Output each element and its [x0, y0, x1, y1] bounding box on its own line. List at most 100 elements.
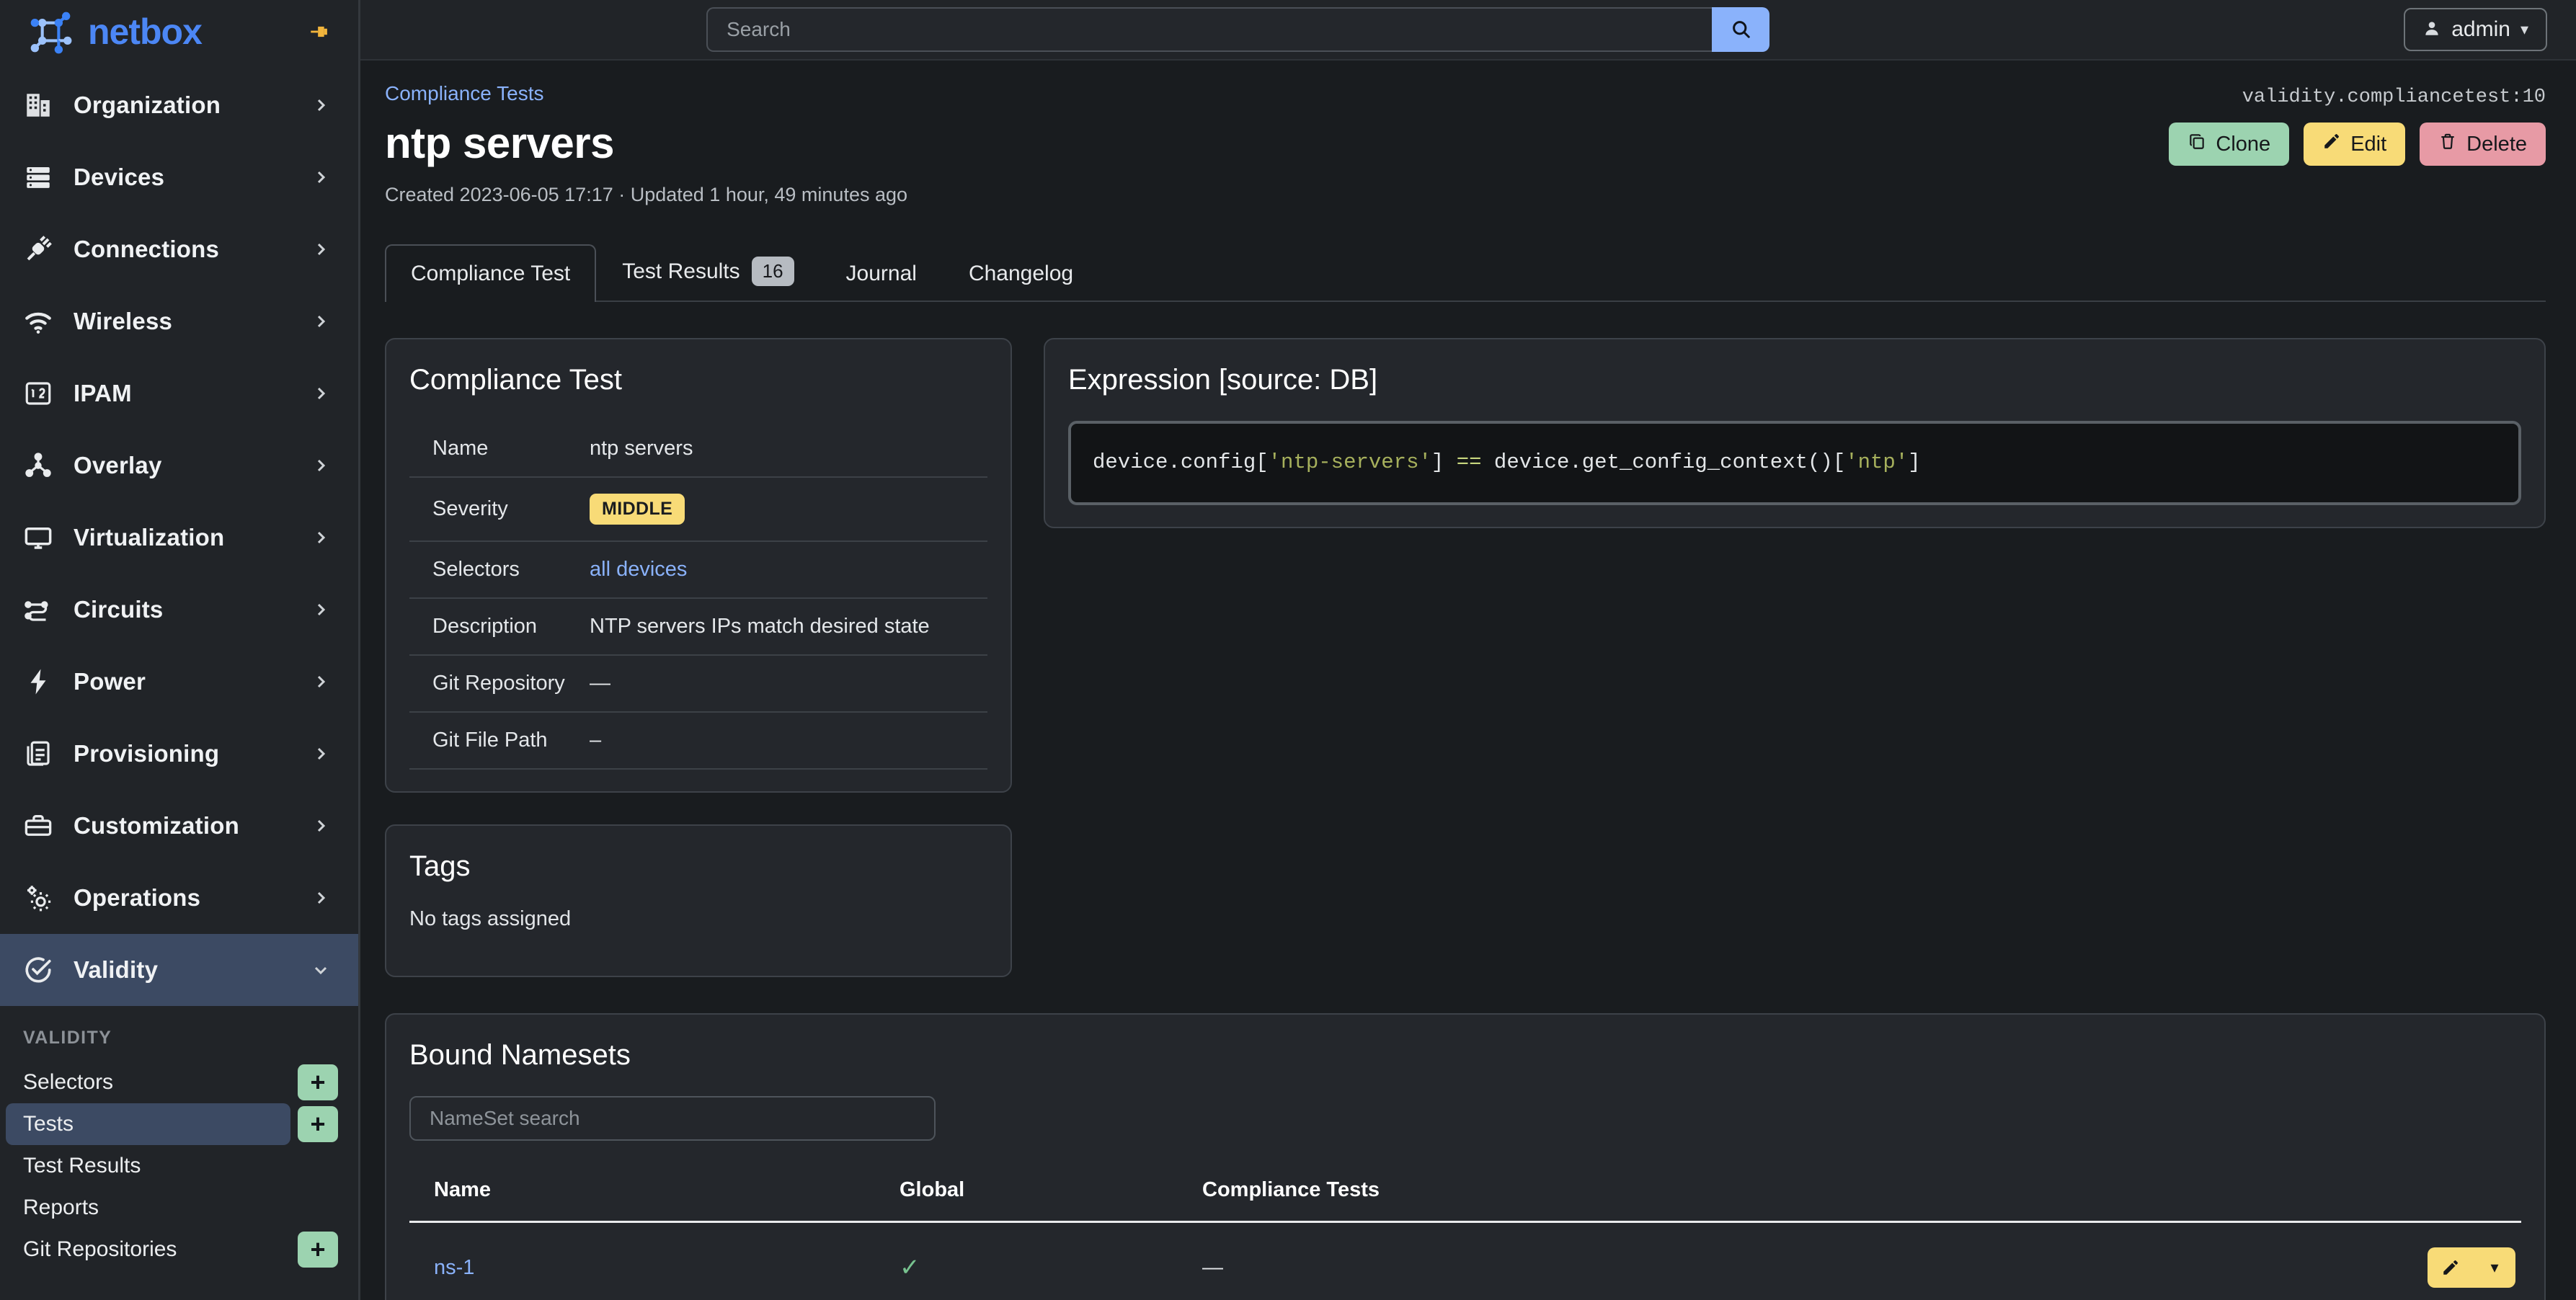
edit-label: Edit: [2350, 132, 2387, 156]
column-header-actions: [2377, 1178, 2521, 1223]
nameset-link[interactable]: ns-1: [434, 1256, 474, 1279]
card-title: Bound Namesets: [409, 1039, 631, 1071]
sidebar-item-connections[interactable]: Connections: [0, 213, 358, 285]
sidebar-item-selectors[interactable]: Selectors: [6, 1061, 290, 1103]
row-value-git-repository: —: [590, 672, 610, 695]
add-test-button[interactable]: +: [298, 1106, 338, 1142]
sidebar: netbox Organization Devices Connections …: [0, 0, 360, 1300]
edit-button[interactable]: Edit: [2304, 123, 2406, 166]
sidebar-item-organization[interactable]: Organization: [0, 69, 358, 141]
documents-icon: [23, 739, 53, 769]
sidebar-item-label: Connections: [74, 236, 220, 262]
sidebar-item-test-results[interactable]: Test Results: [6, 1145, 290, 1187]
sidebar-item-virtualization[interactable]: Virtualization: [0, 502, 358, 574]
chevron-right-icon: [312, 745, 329, 762]
clone-button[interactable]: Clone: [2169, 123, 2290, 166]
sidebar-item-label: Power: [74, 668, 146, 695]
tab-label: Compliance Test: [411, 262, 571, 285]
sidebar-item-wireless[interactable]: Wireless: [0, 285, 358, 357]
page-header-right: validity.compliancetest:10 Clone Edit De…: [2169, 82, 2546, 166]
clone-label: Clone: [2216, 132, 2271, 156]
expression-code-block[interactable]: device.config['ntp-servers'] == device.g…: [1068, 421, 2521, 505]
tab-changelog[interactable]: Changelog: [943, 244, 1099, 302]
add-git-repository-button[interactable]: +: [298, 1232, 338, 1268]
sidebar-item-label: Git Repositories: [23, 1237, 177, 1261]
table-row: Git File Path –: [409, 712, 987, 769]
sidebar-item-devices[interactable]: Devices: [0, 141, 358, 213]
nameset-search-input[interactable]: [409, 1096, 936, 1141]
delete-button[interactable]: Delete: [2420, 123, 2546, 166]
column-header-global[interactable]: Global: [900, 1178, 1202, 1223]
sidebar-item-label: Validity: [74, 956, 159, 983]
sidebar-item-tests[interactable]: Tests: [6, 1103, 290, 1145]
row-value-description: NTP servers IPs match desired state: [590, 615, 930, 638]
brand-header[interactable]: netbox: [0, 0, 358, 63]
chevron-down-icon[interactable]: ▾: [2474, 1247, 2515, 1288]
sidebar-item-label: Reports: [23, 1196, 99, 1219]
tab-compliance-test[interactable]: Compliance Test: [385, 244, 597, 302]
pin-icon[interactable]: [308, 19, 332, 44]
network-tree-icon: [23, 450, 53, 481]
sidebar-item-reports[interactable]: Reports: [6, 1187, 290, 1229]
column-header-compliance-tests[interactable]: Compliance Tests: [1202, 1178, 2377, 1223]
row-value-name: ntp servers: [590, 437, 693, 460]
column-header-name[interactable]: Name: [409, 1178, 900, 1223]
plug-connection-icon: [23, 234, 53, 264]
sidebar-item-ipam[interactable]: IPAM: [0, 357, 358, 429]
tab-bar: Compliance Test Test Results 16 Journal …: [385, 239, 2546, 302]
cell-compliance-tests: —: [1202, 1221, 2377, 1300]
row-edit-split-button[interactable]: ▾: [2428, 1247, 2515, 1288]
content-grid: Compliance Test Name ntp servers Severit…: [385, 338, 2546, 977]
ip-numbers-icon: [23, 378, 53, 409]
selector-link[interactable]: all devices: [590, 558, 687, 581]
chevron-right-icon: [312, 385, 329, 402]
chevron-right-icon: [312, 673, 329, 690]
search-submit-button[interactable]: [1712, 7, 1770, 52]
chevron-right-icon: [312, 457, 329, 474]
compliance-test-card: Compliance Test Name ntp servers Severit…: [385, 338, 1012, 793]
add-selector-button[interactable]: +: [298, 1064, 338, 1100]
code-token-string: 'ntp': [1845, 450, 1909, 474]
netbox-node-graph-icon: [26, 8, 74, 55]
row-label: Name: [432, 437, 489, 460]
sidebar-item-git-repositories[interactable]: Git Repositories: [6, 1229, 290, 1270]
sidebar-item-overlay[interactable]: Overlay: [0, 429, 358, 502]
chevron-right-icon: [312, 313, 329, 330]
tags-card: Tags No tags assigned: [385, 824, 1012, 977]
tags-empty-message: No tags assigned: [409, 907, 572, 930]
toolbox-icon: [23, 811, 53, 841]
check-icon: ✓: [900, 1254, 920, 1281]
sidebar-item-customization[interactable]: Customization: [0, 790, 358, 862]
tab-test-results[interactable]: Test Results 16: [596, 239, 820, 302]
pencil-icon[interactable]: [2428, 1247, 2474, 1288]
cell-name: ns-1: [409, 1221, 900, 1300]
user-menu[interactable]: admin ▾: [2404, 8, 2547, 51]
sidebar-item-label: Provisioning: [74, 740, 220, 767]
table-row: Selectors all devices: [409, 541, 987, 598]
code-token-bracket: [: [1832, 450, 1846, 474]
sidebar-item-circuits[interactable]: Circuits: [0, 574, 358, 646]
object-identifier: validity.compliancetest:10: [2242, 86, 2546, 108]
sidebar-item-provisioning[interactable]: Provisioning: [0, 718, 358, 790]
delete-label: Delete: [2466, 132, 2527, 156]
row-label: Git File Path: [432, 729, 548, 752]
chevron-down-icon: ▾: [2520, 20, 2528, 38]
sidebar-item-operations[interactable]: Operations: [0, 862, 358, 934]
tab-label: Changelog: [968, 262, 1074, 285]
page-timestamps: Created 2023-06-05 17:17 · Updated 1 hou…: [385, 184, 908, 205]
page-title: ntp servers: [385, 119, 615, 167]
search-input[interactable]: [706, 7, 1713, 52]
table-row: Git Repository —: [409, 655, 987, 712]
tab-label: Journal: [845, 262, 917, 285]
submenu-row-git-repositories: Git Repositories +: [0, 1229, 358, 1270]
wifi-icon: [23, 306, 53, 337]
main-area: admin ▾ Compliance Tests ntp servers Cre…: [360, 0, 2576, 1300]
tab-journal[interactable]: Journal: [820, 244, 943, 302]
left-column: Compliance Test Name ntp servers Severit…: [385, 338, 1012, 977]
circuit-path-icon: [23, 595, 53, 625]
breadcrumb[interactable]: Compliance Tests: [385, 82, 543, 105]
sidebar-item-power[interactable]: Power: [0, 646, 358, 718]
sidebar-item-validity[interactable]: Validity: [0, 934, 358, 1006]
compliance-test-table: Name ntp servers Severity MIDDLE Selecto…: [409, 421, 987, 770]
card-title: Compliance Test: [409, 364, 622, 396]
